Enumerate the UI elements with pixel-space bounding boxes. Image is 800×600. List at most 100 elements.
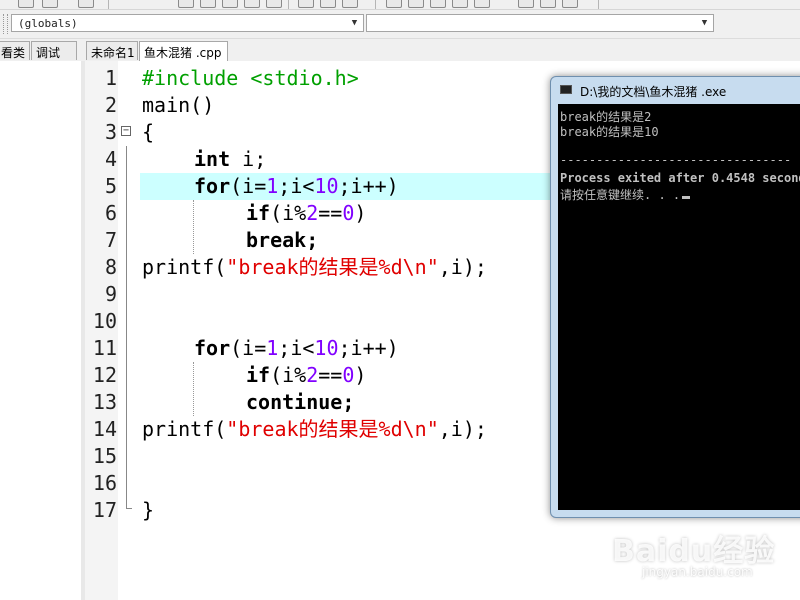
code-fragment: == [318, 201, 343, 225]
number-literal: 1 [266, 336, 279, 360]
code-text: if(i%2==0) [246, 200, 366, 227]
scope-bar: (globals) ▼ ▼ [0, 10, 800, 39]
toolbar-button[interactable] [452, 0, 468, 8]
toolbar-button[interactable] [78, 0, 94, 8]
toolbar-button[interactable] [430, 0, 446, 8]
tab-file-untitled1[interactable]: 未命名1 [86, 41, 138, 60]
line-number: 3 [104, 120, 117, 144]
line-number: 10 [92, 309, 117, 333]
console-prompt-line: 请按任意键继续. . . [560, 186, 691, 203]
code-text: continue; [246, 390, 355, 414]
code-fragment: (i% [270, 201, 307, 225]
tab-label: 未命名1 [91, 46, 135, 60]
toolbar-button[interactable] [540, 0, 556, 8]
function-combo[interactable]: ▼ [366, 14, 714, 32]
toolbar-separator [108, 0, 109, 9]
toolbar-button[interactable] [386, 0, 402, 8]
line-number: 7 [104, 228, 117, 252]
string-literal: "break的结果是%d\n" [226, 417, 439, 441]
line-number: 12 [92, 363, 117, 387]
console-output[interactable]: break的结果是2 break的结果是10 -----------------… [558, 104, 800, 510]
tab-class-view[interactable]: 看类 [0, 41, 30, 60]
console-app-icon [560, 85, 572, 94]
number-literal: 0 [342, 201, 355, 225]
console-window[interactable]: D:\我的文档\鱼木混猪 .exe break的结果是2 break的结果是10… [550, 76, 800, 518]
code-text: printf("break的结果是%d\n",i); [142, 416, 487, 443]
toolbar-button[interactable] [266, 0, 282, 8]
watermark-logo: Baidu经验 [612, 534, 776, 569]
toolbar-button[interactable] [178, 0, 194, 8]
code-fragment: ,i); [438, 255, 487, 279]
line-number: 16 [92, 471, 117, 495]
toolbar-grip[interactable] [3, 14, 8, 34]
line-number: 17 [92, 498, 117, 522]
toolbar-button[interactable] [408, 0, 424, 8]
code-fragment: ;i++) [338, 174, 399, 198]
toolbar-button[interactable] [320, 0, 336, 8]
line-number: 11 [92, 336, 117, 360]
chevron-down-icon[interactable]: ▼ [698, 16, 711, 30]
line-number: 13 [92, 390, 117, 414]
text-cursor [682, 196, 691, 199]
toolbar-button[interactable] [244, 0, 260, 8]
code-text: #include <stdio.h> [142, 66, 359, 90]
tab-bar: 看类 调试 未命名1 鱼木混猪 .cpp [0, 39, 800, 61]
code-fragment: i; [230, 147, 267, 171]
number-literal: 10 [314, 174, 339, 198]
tab-file-current[interactable]: 鱼木混猪 .cpp [139, 41, 228, 61]
code-text: main() [142, 93, 215, 117]
line-number: 15 [92, 444, 117, 468]
code-fragment: (i% [270, 363, 307, 387]
toolbar-separator [375, 0, 376, 9]
number-literal: 2 [306, 363, 319, 387]
code-text: for(i=1;i<10;i++) [194, 335, 399, 362]
toolbar-button[interactable] [298, 0, 314, 8]
console-separator-line: -------------------------------- [560, 153, 792, 167]
toolbar-button[interactable] [474, 0, 490, 8]
toolbar-button[interactable] [562, 0, 578, 8]
code-fragment: ;i< [278, 174, 315, 198]
line-number: 1 [104, 66, 117, 90]
line-number: 5 [104, 174, 117, 198]
keyword: for [194, 336, 231, 360]
toolbar-button[interactable] [42, 0, 58, 8]
code-fragment: (i= [230, 336, 267, 360]
tab-label: 鱼木混猪 .cpp [144, 46, 222, 60]
keyword: if [246, 363, 271, 387]
scope-combo-value: (globals) [18, 17, 78, 30]
line-number: 14 [92, 417, 117, 441]
toolbar-separator [598, 0, 599, 9]
string-literal: "break的结果是%d\n" [226, 255, 439, 279]
code-text: for(i=1;i<10;i++) [194, 173, 399, 200]
line-number: 9 [104, 282, 117, 306]
tab-label: 看类 [1, 46, 26, 60]
number-literal: 10 [314, 336, 339, 360]
code-text: { [142, 120, 155, 144]
toolbar-button[interactable] [342, 0, 358, 8]
code-fragment: ;i++) [338, 336, 399, 360]
code-fragment: printf( [142, 417, 227, 441]
code-fragment: == [318, 363, 343, 387]
tab-debug[interactable]: 调试 [31, 41, 77, 60]
number-literal: 2 [306, 201, 319, 225]
keyword: int [194, 147, 231, 171]
line-number: 2 [104, 93, 117, 117]
toolbar-button[interactable] [222, 0, 238, 8]
code-fragment: printf( [142, 255, 227, 279]
code-fragment: ,i); [438, 417, 487, 441]
code-text: } [142, 498, 155, 522]
toolbar-button[interactable] [200, 0, 216, 8]
toolbar-button[interactable] [18, 0, 34, 8]
fold-toggle[interactable]: − [121, 126, 131, 136]
toolbar-separator [288, 0, 289, 9]
toolbar-button[interactable] [518, 0, 534, 8]
chevron-down-icon[interactable]: ▼ [348, 16, 361, 30]
toolbar [0, 0, 800, 10]
keyword: for [194, 174, 231, 198]
console-line: break的结果是10 [560, 125, 659, 139]
console-titlebar[interactable]: D:\我的文档\鱼木混猪 .exe [551, 77, 800, 103]
line-number: 4 [104, 147, 117, 171]
code-text: break; [246, 228, 319, 252]
scope-combo[interactable]: (globals) ▼ [11, 14, 364, 32]
code-fragment: (i= [230, 174, 267, 198]
